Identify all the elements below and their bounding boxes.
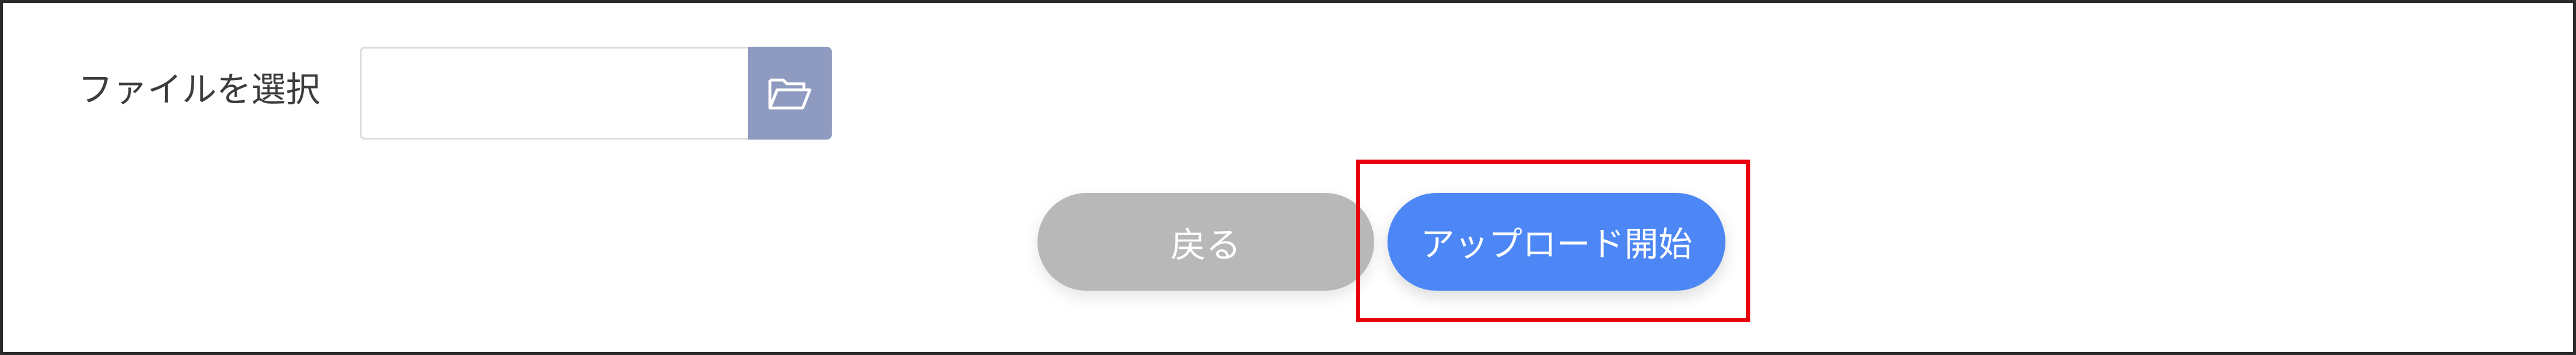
browse-file-button[interactable] bbox=[748, 47, 832, 140]
file-path-field[interactable] bbox=[360, 47, 748, 140]
start-upload-button[interactable]: アップロード開始 bbox=[1387, 193, 1725, 291]
upload-panel: ファイルを選択 戻る アップロード開始 bbox=[0, 0, 2576, 355]
back-button[interactable]: 戻る bbox=[1037, 193, 1374, 291]
file-select-label: ファイルを選択 bbox=[78, 70, 320, 110]
folder-open-icon bbox=[768, 78, 812, 109]
